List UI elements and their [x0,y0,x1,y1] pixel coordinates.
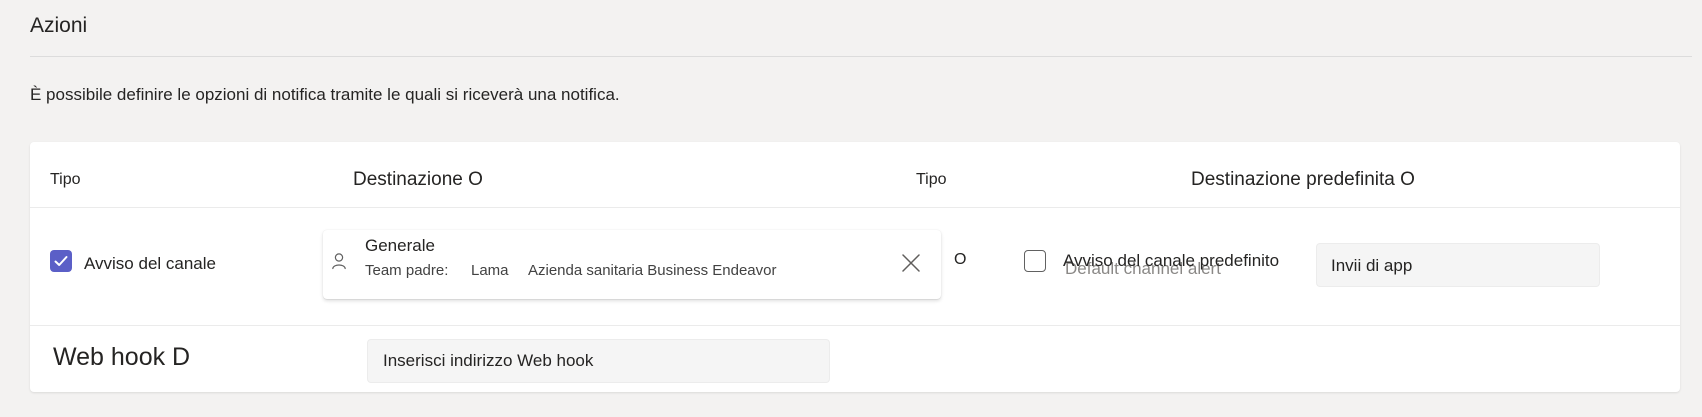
webhook-address-input[interactable] [367,339,830,383]
section-divider [30,56,1692,57]
header-type-default: Tipo [916,171,947,188]
header-type: Tipo [50,171,81,188]
header-default-destination: Destinazione predefinita O [1191,169,1415,190]
channel-alert-row: Avviso del canale Generale Team padre: L… [30,208,1680,326]
channel-alert-checkbox[interactable] [50,250,72,272]
organization-name: Azienda sanitaria Business Endeavor [528,262,777,279]
channel-alert-label: Avviso del canale [84,254,216,273]
actions-card: Tipo Destinazione O Tipo Destinazione pr… [30,142,1680,392]
webhook-label: Web hook D [53,343,191,371]
checkmark-icon [54,256,68,266]
selected-channel-name: Generale [365,236,435,255]
header-destination: Destinazione O [353,169,483,190]
section-title: Azioni [30,14,88,37]
section-description: È possibile definire le opzioni di notif… [30,85,620,104]
table-header-row: Tipo Destinazione O Tipo Destinazione pr… [30,142,1680,208]
default-destination-field[interactable]: Invii di app [1316,243,1600,287]
person-icon [332,253,346,270]
default-channel-alert-label: Avviso del canale predefinito [1063,251,1280,270]
selected-channel-card[interactable]: Generale Team padre: Lama Azienda sanita… [323,230,941,299]
default-destination-value: Invii di app [1331,256,1413,275]
close-icon[interactable] [900,252,922,274]
webhook-row: Web hook D [30,326,1680,392]
default-channel-alert-checkbox[interactable] [1024,250,1046,272]
or-separator: O [954,251,967,268]
parent-team-label: Team padre: [365,262,449,279]
parent-team-value: Lama [471,262,509,279]
